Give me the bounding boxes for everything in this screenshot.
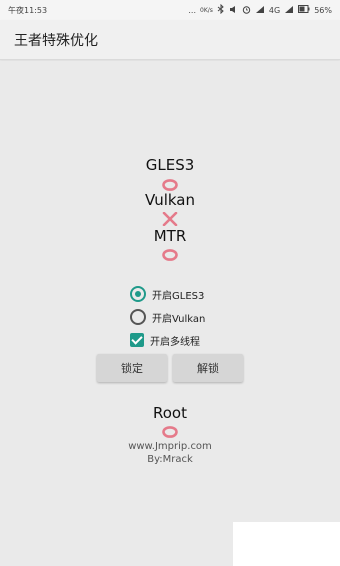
unlock-button[interactable]: 解锁 [173,354,243,382]
multithread-option-label: 开启多线程 [150,336,200,348]
root-status-label: Root [153,404,187,422]
battery-percent: 56% [314,5,332,15]
status-dots: ... [188,5,197,15]
vulkan-fail-icon [162,212,178,226]
multithread-checkbox[interactable] [130,333,144,347]
vulkan-status-label: Vulkan [144,191,196,209]
status-bar: 午夜11:53 ... 0K/s 4G 56% [0,0,340,20]
option-enable-gles3[interactable]: 开启GLES3 [130,284,204,304]
bluetooth-icon [217,3,225,16]
vulkan-radio-button[interactable] [130,309,146,325]
blank-corner [233,522,340,566]
app-bar: 王者特殊优化 [0,20,340,60]
gles3-status-label: GLES3 [145,156,195,174]
mtr-ok-icon [162,249,178,261]
lock-button[interactable]: 锁定 [97,354,167,382]
gles3-radio-button[interactable] [130,286,146,302]
option-enable-vulkan[interactable]: 开启Vulkan [130,307,205,327]
status-icons: ... 0K/s 4G 56% [188,3,332,16]
net-speed-text: 0K/s [200,6,213,14]
author-text: By:Mrack [147,454,193,465]
app-title: 王者特殊优化 [14,32,98,49]
gles3-option-label: 开启GLES3 [152,290,205,302]
signal-icon-2 [284,5,294,16]
signal-icon [255,5,265,16]
website-text: www.Jmprip.com [128,441,212,452]
option-enable-multithread[interactable]: 开启多线程 [130,330,200,350]
mute-icon [229,5,238,16]
vulkan-option-label: 开启Vulkan [152,313,206,325]
root-ok-icon [162,426,178,438]
main-content: GLES3 Vulkan MTR 开启GLES3 开启Vulkan 开启多线程 … [0,61,340,566]
network-type: 4G [268,5,281,15]
mtr-status-label: MTR [153,227,187,245]
battery-icon [298,5,310,15]
alarm-icon [242,5,251,16]
status-time: 午夜11:53 [8,5,48,15]
gles3-ok-icon [162,179,178,191]
